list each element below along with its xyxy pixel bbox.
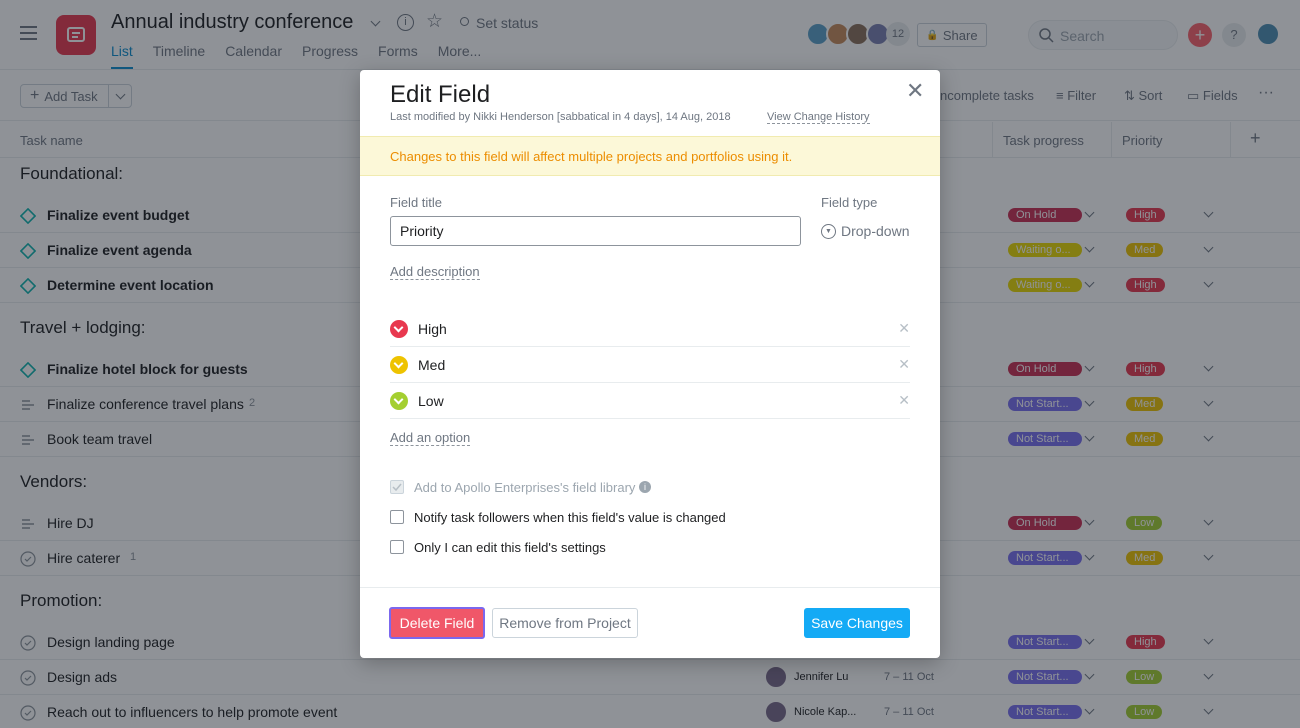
option-label[interactable]: Med	[418, 357, 445, 373]
option-color-icon[interactable]	[390, 392, 408, 410]
dialog-title: Edit Field	[390, 81, 491, 108]
field-title-input[interactable]	[390, 216, 801, 246]
notify-followers-checkbox[interactable]	[390, 510, 404, 524]
remove-option-icon[interactable]: ✕	[898, 356, 910, 373]
remove-from-project-button[interactable]: Remove from Project	[492, 608, 638, 638]
option-color-icon[interactable]	[390, 356, 408, 374]
option-label[interactable]: High	[418, 321, 447, 337]
edit-field-dialog: Edit Field Last modified by Nikki Hender…	[360, 70, 940, 658]
add-description-link[interactable]: Add description	[390, 264, 480, 280]
warning-banner: Changes to this field will affect multip…	[360, 136, 940, 176]
field-library-label: Add to Apollo Enterprises's field librar…	[414, 480, 636, 495]
option-color-icon[interactable]	[390, 320, 408, 338]
notify-followers-label[interactable]: Notify task followers when this field's …	[414, 510, 726, 525]
field-type-label: Field type	[821, 195, 878, 210]
close-icon[interactable]: ✕	[906, 80, 924, 102]
option-row[interactable]: Low ✕	[390, 383, 910, 419]
only-me-edit-label[interactable]: Only I can edit this field's settings	[414, 540, 606, 555]
footer-divider	[360, 587, 940, 588]
last-modified-text: Last modified by Nikki Henderson [sabbat…	[390, 111, 731, 123]
delete-field-button[interactable]: Delete Field	[389, 607, 485, 639]
only-me-edit-checkbox[interactable]	[390, 540, 404, 554]
save-changes-button[interactable]: Save Changes	[804, 608, 910, 638]
info-icon[interactable]: i	[639, 481, 651, 493]
remove-option-icon[interactable]: ✕	[898, 320, 910, 337]
field-type-value: ▼ Drop-down	[821, 223, 909, 239]
remove-option-icon[interactable]: ✕	[898, 392, 910, 409]
add-option-link[interactable]: Add an option	[390, 430, 471, 446]
field-library-checkbox	[390, 480, 404, 494]
field-title-label: Field title	[390, 195, 443, 210]
option-row[interactable]: High ✕	[390, 311, 910, 347]
dropdown-type-icon: ▼	[821, 223, 836, 239]
option-row[interactable]: Med ✕	[390, 347, 910, 383]
option-label[interactable]: Low	[418, 393, 444, 409]
view-change-history-link[interactable]: View Change History	[767, 111, 870, 124]
